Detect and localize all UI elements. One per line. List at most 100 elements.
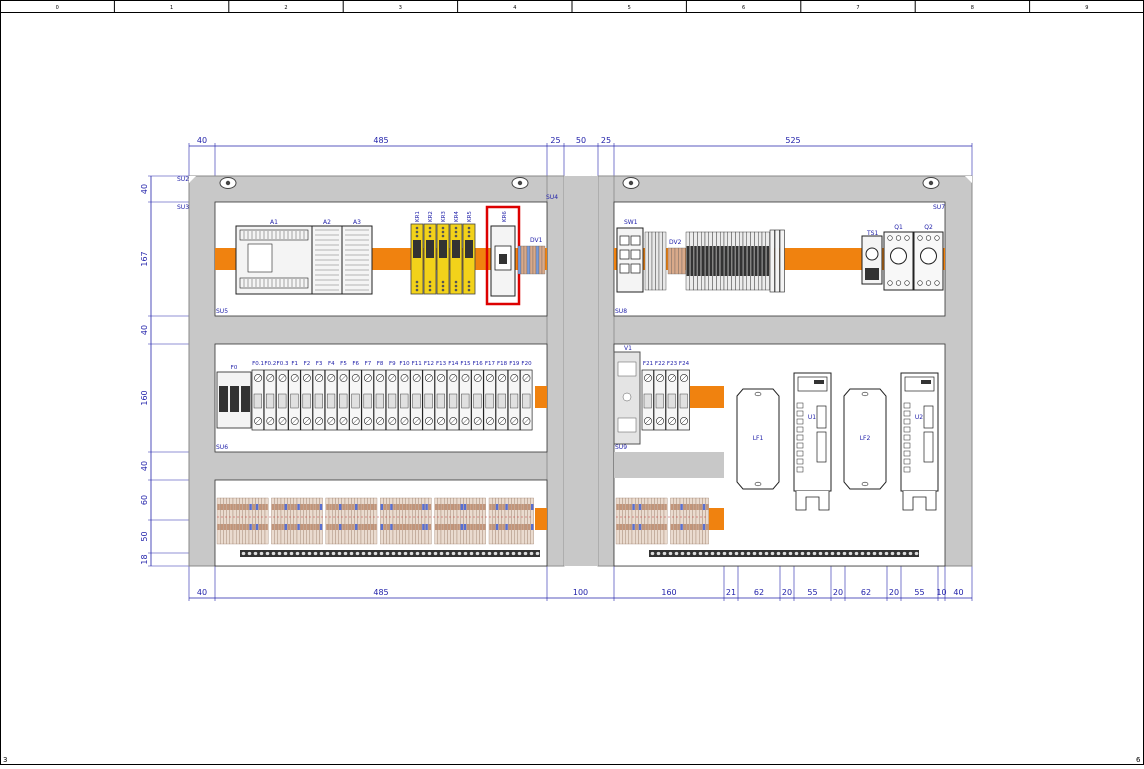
breaker-terminal: [925, 235, 932, 241]
terminal-marker: [396, 504, 399, 510]
terminal: [526, 245, 531, 275]
duct-slot: [740, 551, 745, 556]
terminal-marker: [217, 504, 220, 510]
terminal-marker: [406, 524, 409, 530]
terminal-marker: [425, 504, 428, 510]
relay-terminal: [428, 226, 432, 230]
dimension-value: 50: [576, 136, 586, 145]
keyhole-center: [517, 180, 523, 186]
terminal-marker: [271, 504, 275, 510]
terminal-marker: [479, 504, 483, 510]
keyhole-center: [225, 180, 231, 186]
duct-slot: [535, 551, 540, 556]
duct-slot: [325, 551, 330, 556]
terminal-marker: [220, 504, 223, 510]
duct-slot: [343, 551, 348, 556]
relay-terminal: [415, 226, 419, 230]
duct-slot: [307, 551, 312, 556]
terminal-marker: [361, 524, 364, 530]
terminal: [678, 247, 683, 275]
dimension-value: 62: [861, 588, 871, 597]
terminal-marker: [635, 504, 638, 510]
terminal-marker: [419, 524, 422, 530]
relay-terminal: [467, 230, 471, 234]
terminal-marker: [271, 524, 275, 530]
terminal: [644, 231, 649, 291]
device-label: SW1: [624, 219, 638, 226]
terminal-marker: [502, 524, 505, 530]
drive-terminal: [796, 410, 804, 417]
fuse-body: [485, 393, 494, 409]
duct-slot: [487, 551, 492, 556]
io-terminal-face: [694, 246, 697, 276]
terminal-marker: [619, 504, 622, 510]
terminal-marker: [699, 504, 702, 510]
device-label: F10: [399, 361, 410, 367]
terminal-marker: [275, 504, 278, 510]
main-fuse-pole: [219, 386, 228, 412]
relay-terminal: [441, 234, 445, 238]
duct-slot: [800, 551, 805, 556]
terminal-marker: [616, 504, 619, 510]
terminal-marker: [444, 504, 447, 510]
device-label: LF2: [860, 435, 871, 442]
terminal-marker: [664, 524, 667, 530]
right-gray-band: [614, 452, 724, 478]
terminal-marker: [307, 524, 310, 530]
io-terminal-face: [690, 246, 693, 276]
power-supply-terminal: [617, 361, 637, 377]
relay-terminal: [454, 230, 458, 234]
relay-terminal: [415, 230, 419, 234]
terminal-marker: [706, 504, 709, 510]
device-label: Q1: [894, 224, 903, 231]
terminal-marker: [492, 504, 495, 510]
dimension-value: 10: [936, 588, 946, 597]
terminal-marker: [387, 504, 390, 510]
dimension-value: 160: [140, 390, 149, 405]
device-label: F19: [509, 361, 520, 367]
terminal-marker: [233, 504, 236, 510]
terminal-marker: [696, 524, 699, 530]
duct-slot: [848, 551, 853, 556]
terminal-marker: [406, 504, 409, 510]
terminal-marker: [654, 524, 658, 530]
column-number: 9: [1085, 5, 1088, 11]
duct-slot: [686, 551, 691, 556]
dimension-value: 40: [140, 184, 149, 194]
terminal-marker: [495, 524, 499, 530]
duct-slot: [758, 551, 763, 556]
terminal-marker: [444, 524, 447, 530]
dimension-value: 20: [889, 588, 899, 597]
device-label: U1: [808, 414, 816, 421]
duct-slot: [349, 551, 354, 556]
drive-terminal: [903, 410, 911, 417]
terminal-marker: [492, 524, 495, 530]
terminal-marker: [521, 524, 524, 530]
terminal-marker: [367, 524, 371, 530]
breaker-terminal: [895, 280, 902, 286]
duct-slot: [680, 551, 685, 556]
terminal-marker: [367, 504, 371, 510]
terminal-marker: [511, 504, 515, 510]
terminal-marker: [358, 504, 361, 510]
terminal-marker: [259, 504, 262, 510]
terminal-marker: [473, 504, 476, 510]
terminal-marker: [300, 524, 303, 530]
terminal-marker: [403, 524, 406, 530]
relay-front: [426, 240, 434, 258]
fuse-body: [473, 393, 482, 409]
io-terminal-face: [717, 246, 720, 276]
enclosure-divider: [564, 176, 598, 566]
terminal-marker: [463, 504, 467, 510]
breaker-terminal: [887, 280, 893, 286]
terminal-marker: [702, 504, 706, 510]
io-terminal-face: [728, 246, 731, 276]
duct-slot: [842, 551, 847, 556]
drive-terminal: [903, 434, 911, 441]
corner-number-left: 3: [3, 756, 7, 764]
io-terminal-face: [747, 246, 750, 276]
terminal-marker: [515, 524, 518, 530]
terminal-marker: [393, 524, 396, 530]
column-number: 3: [399, 5, 402, 11]
terminal-marker: [236, 524, 239, 530]
